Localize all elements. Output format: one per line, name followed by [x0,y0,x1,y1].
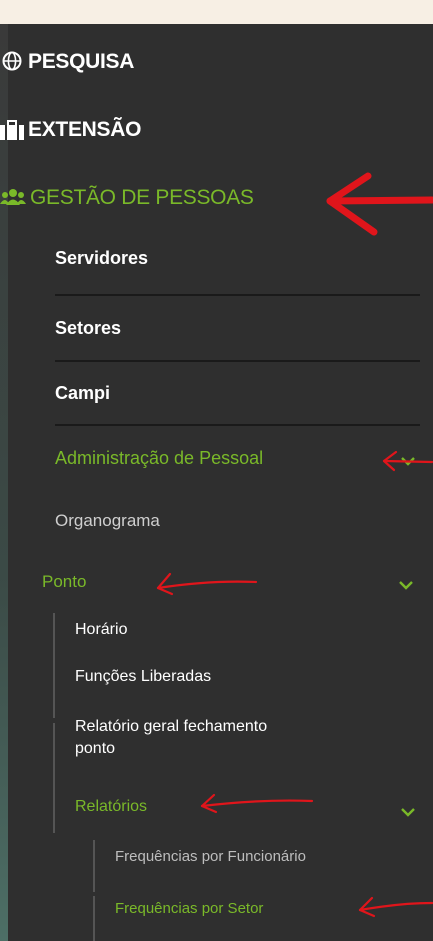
divider [55,360,420,362]
submenu-label-relatorio-geral: Relatório geral fechamento [75,718,268,735]
submenu-label-servidores: Servidores [55,248,149,268]
submenu-item-funcoes-liberadas[interactable]: Funções Liberadas [75,668,420,692]
submenu-item-administracao-de-pessoal[interactable]: Administração de Pessoal [55,448,420,478]
divider [55,294,420,296]
menu-item-pesquisa[interactable]: PESQUISA [0,46,420,80]
globe-icon [2,51,22,71]
submenu-label-organograma: Organograma [55,511,160,530]
menu-label-pesquisa: PESQUISA [28,50,135,73]
submenu-label-horario: Horário [75,621,128,638]
submenu-label-ponto: Ponto [42,572,87,591]
chevron-down-icon[interactable] [400,455,416,467]
submenu-item-frequencias-por-setor[interactable]: Frequências por Setor [115,900,425,922]
chevron-down-icon[interactable] [400,806,416,818]
submenu-item-campi[interactable]: Campi [55,383,420,413]
submenu-item-frequencias-por-funcionario[interactable]: Frequências por Funcionário [115,848,425,870]
submenu-label-administracao-de-pessoal: Administração de Pessoal [55,448,264,468]
submenu-label-setores: Setores [55,318,122,338]
tree-line [53,613,55,718]
submenu-item-ponto[interactable]: Ponto [42,572,422,600]
submenu-label-frequencias-por-funcionario: Frequências por Funcionário [115,848,306,865]
submenu-label-relatorio-geral-2: ponto [75,740,116,757]
top-strip [0,0,433,24]
menu-item-gestao-de-pessoas[interactable]: GESTÃO DE PESSOAS [0,180,420,214]
submenu-item-relatorios[interactable]: Relatórios [75,798,420,822]
tree-line [93,896,95,941]
submenu-item-horario[interactable]: Horário [75,621,420,645]
left-edge [0,24,8,941]
suitcase-icon [0,120,24,140]
submenu-label-funcoes-liberadas: Funções Liberadas [75,668,212,685]
divider [55,424,420,426]
menu-label-extensao: EXTENSÃO [28,118,142,141]
tree-line [93,840,95,892]
submenu-label-campi: Campi [55,383,111,403]
menu-item-extensao[interactable]: EXTENSÃO [0,112,420,146]
submenu-label-frequencias-por-setor: Frequências por Setor [115,900,264,917]
submenu-item-relatorio-geral[interactable]: Relatório geral fechamento ponto [75,718,420,768]
menu-label-gestao-de-pessoas: GESTÃO DE PESSOAS [30,186,254,209]
users-icon [0,189,26,205]
submenu-item-organograma[interactable]: Organograma [55,511,420,539]
tree-line [53,723,55,833]
chevron-down-icon[interactable] [398,579,414,591]
submenu-label-relatorios: Relatórios [75,798,148,815]
submenu-item-setores[interactable]: Setores [55,318,420,348]
submenu-item-servidores[interactable]: Servidores [55,248,420,278]
